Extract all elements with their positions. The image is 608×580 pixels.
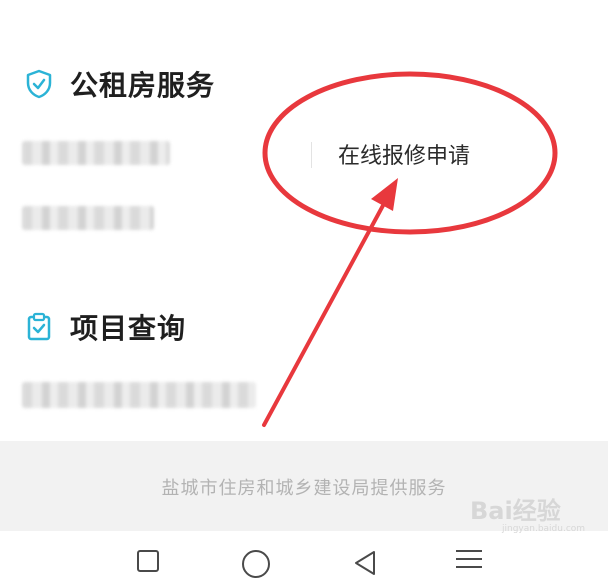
back-icon[interactable] [352,550,378,580]
blurred-menu-item[interactable] [22,141,170,165]
blurred-menu-item[interactable] [22,206,154,230]
home-icon[interactable] [242,550,270,578]
online-repair-link[interactable]: 在线报修申请 [338,138,470,170]
section-title: 项目查询 [70,312,187,345]
annotation-arrow-shaft [262,198,388,427]
shield-check-icon [22,67,56,101]
watermark-url: jingyan.baidu.com [502,524,586,534]
blurred-menu-item[interactable] [22,382,256,408]
watermark-brand: Bai经验 [470,497,561,525]
recent-apps-icon[interactable] [137,550,159,572]
baidu-jingyan-watermark: Bai经验 jingyan.baidu.com [470,498,600,544]
clipboard-check-icon [22,310,56,344]
public-housing-section-header: 公租房服务 [22,64,215,104]
section-title: 公租房服务 [70,69,216,102]
menu-icon[interactable] [456,550,482,574]
divider [311,142,312,168]
annotation-arrow-head [371,178,398,211]
project-query-section-header: 项目查询 [22,307,186,347]
